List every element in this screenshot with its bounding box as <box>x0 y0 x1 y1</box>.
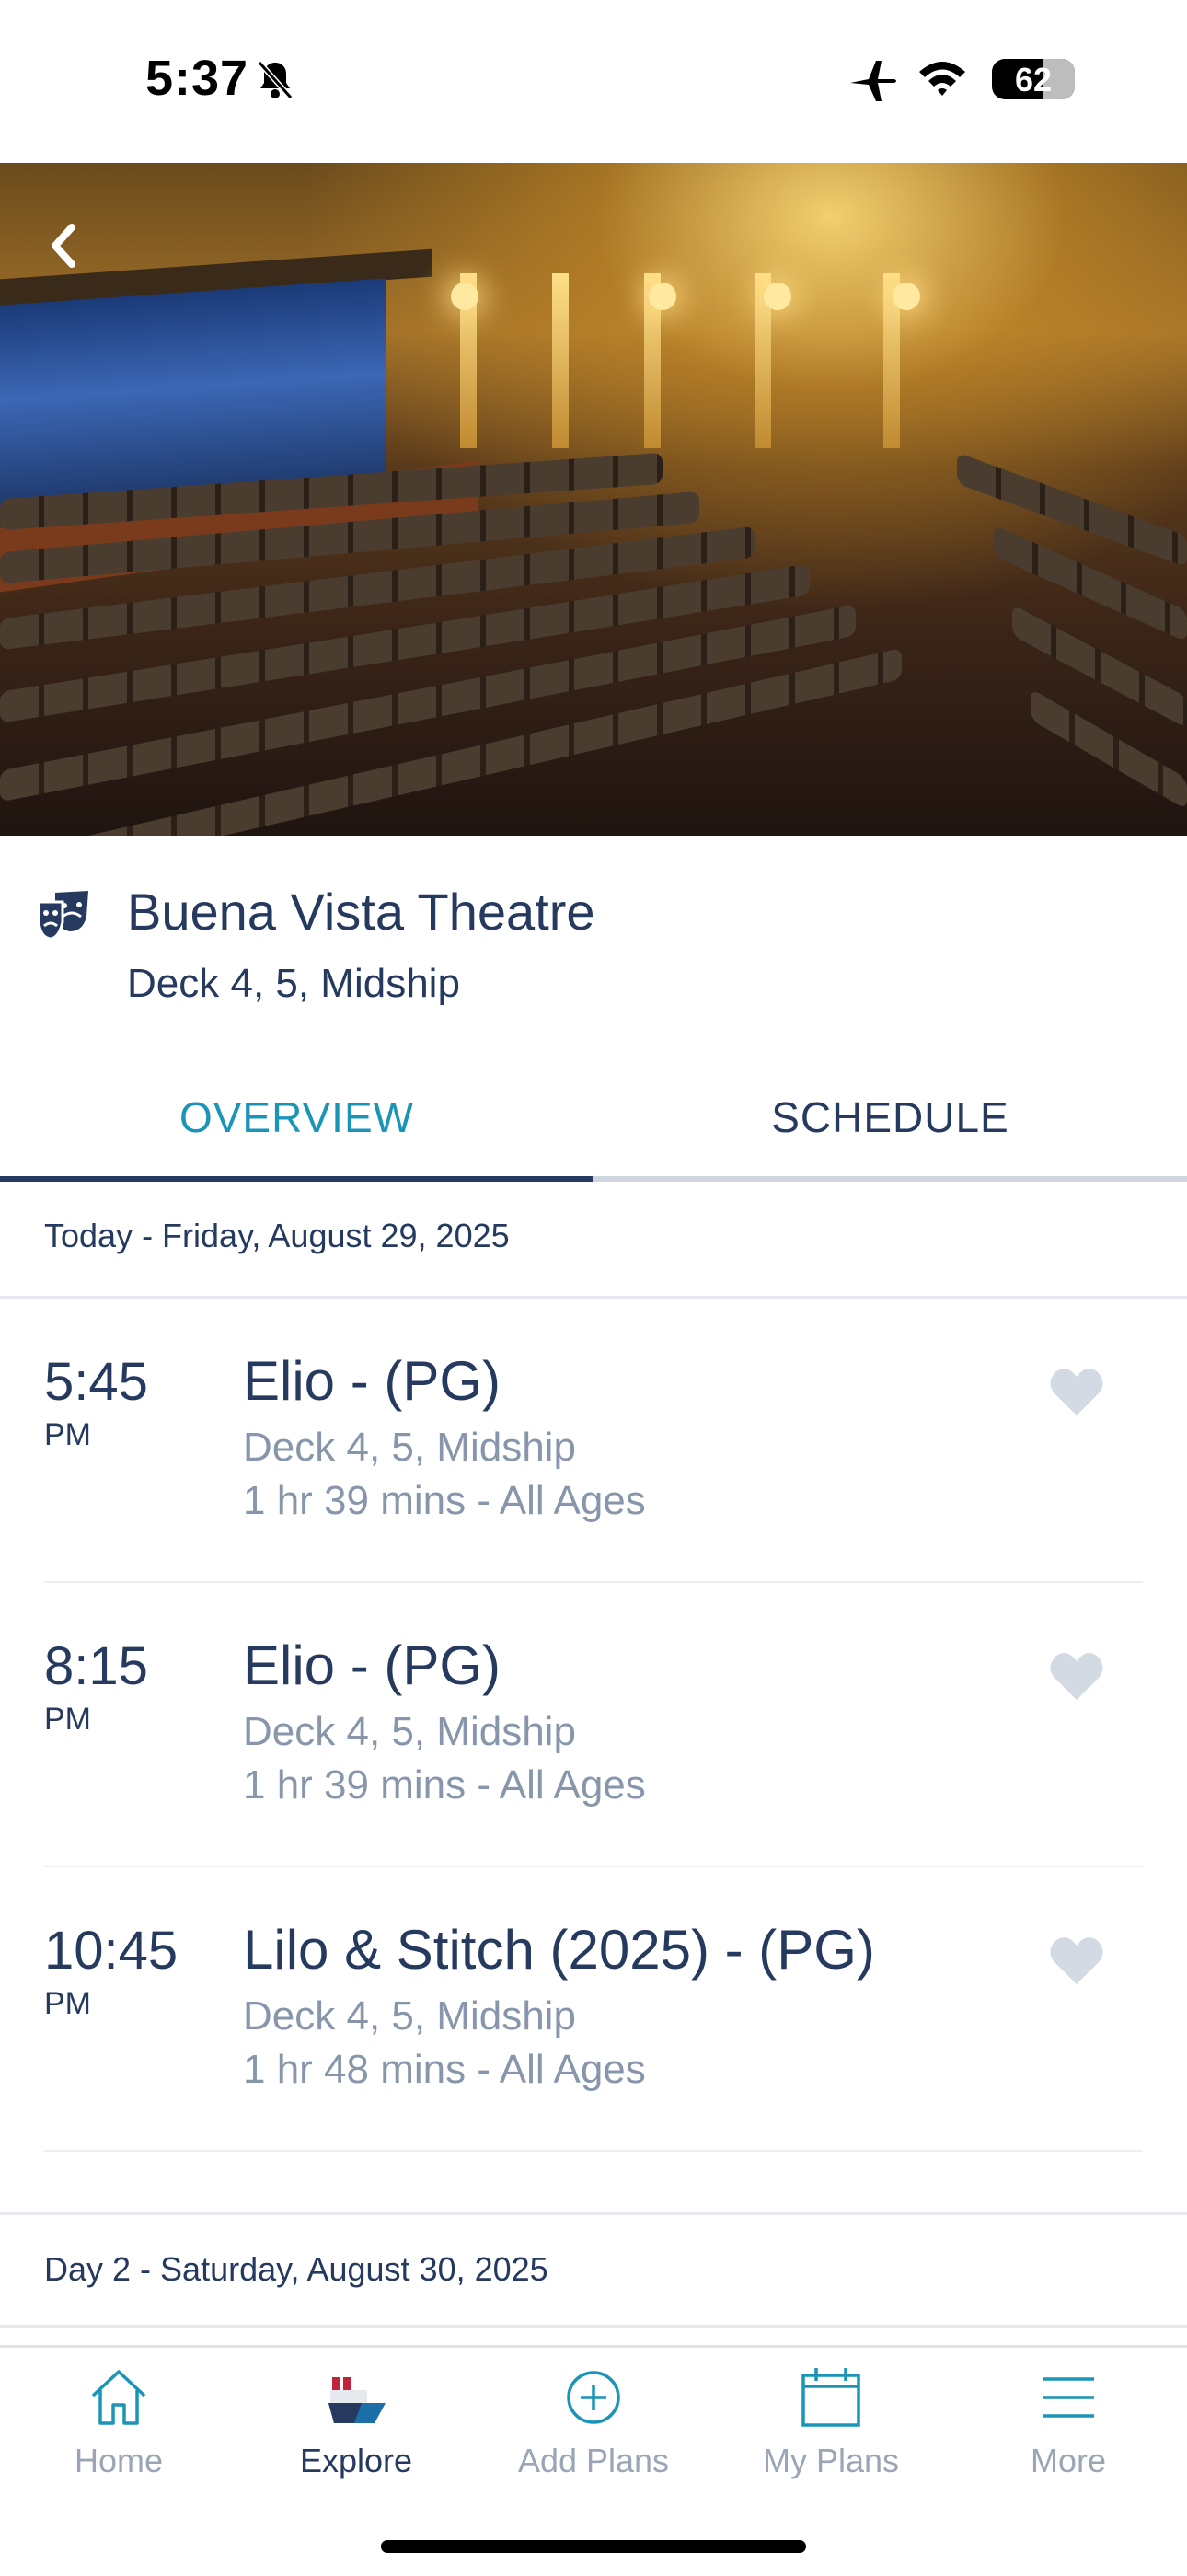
menu-icon <box>1043 2377 1094 2418</box>
nav-add-plans-label: Add Plans <box>517 2442 670 2479</box>
nav-my-plans[interactable]: My Plans <box>712 2348 950 2495</box>
show-title: Elio - (PG) <box>243 1635 501 1696</box>
wifi-icon <box>919 62 965 96</box>
venue-hero-image <box>0 163 1187 836</box>
bell-slash-icon <box>257 60 294 100</box>
show-ampm: PM <box>44 1702 91 1737</box>
theatre-seats <box>0 452 1187 836</box>
nav-explore-label: Explore <box>299 2442 413 2479</box>
row-divider <box>44 1581 1143 1583</box>
show-title: Elio - (PG) <box>243 1350 501 1412</box>
venue-header: Buena Vista Theatre Deck 4, 5, Midship <box>0 836 1187 1056</box>
calendar-icon <box>801 2368 860 2427</box>
show-details: 1 hr 39 mins - All Ages <box>243 1478 646 1523</box>
show-time: 8:15 <box>44 1636 148 1696</box>
show-time: 5:45 <box>44 1352 148 1412</box>
show-ampm: PM <box>44 1986 91 2021</box>
ship-icon <box>328 2377 386 2423</box>
nav-home-label: Home <box>74 2442 164 2479</box>
venue-location: Deck 4, 5, Midship <box>127 961 460 1006</box>
tab-overview[interactable]: OVERVIEW <box>0 1053 594 1182</box>
day-header-label: Today - Friday, August 29, 2025 <box>44 1217 510 1254</box>
nav-my-plans-label: My Plans <box>762 2442 900 2479</box>
divider <box>0 1296 1187 1299</box>
theatre-masks-icon <box>37 891 88 941</box>
tab-bar: OVERVIEW SCHEDULE <box>0 1053 1187 1182</box>
schedule-item[interactable]: 8:15 PM Elio - (PG) Deck 4, 5, Midship 1… <box>0 1584 1187 1867</box>
row-divider <box>44 2150 1143 2152</box>
show-time: 10:45 <box>44 1921 179 1981</box>
home-icon <box>91 2370 146 2425</box>
nav-home[interactable]: Home <box>0 2348 237 2495</box>
schedule-item[interactable]: 5:45 PM Elio - (PG) Deck 4, 5, Midship 1… <box>0 1300 1187 1583</box>
airplane-icon <box>850 61 896 101</box>
show-details: 1 hr 39 mins - All Ages <box>243 1762 646 1808</box>
show-ampm: PM <box>44 1417 91 1452</box>
back-arrow-icon[interactable] <box>37 211 92 284</box>
nav-more-label: More <box>1030 2442 1107 2479</box>
favorite-heart-icon[interactable] <box>1049 1935 1104 1986</box>
plus-circle-icon <box>567 2371 620 2424</box>
favorite-heart-icon[interactable] <box>1049 1650 1104 1702</box>
divider <box>0 2325 1187 2328</box>
venue-title: Buena Vista Theatre <box>127 883 595 941</box>
home-indicator[interactable] <box>381 2540 806 2553</box>
show-location: Deck 4, 5, Midship <box>243 1709 576 1754</box>
show-title: Lilo & Stitch (2025) - (PG) <box>243 1919 875 1981</box>
favorite-heart-icon[interactable] <box>1049 1366 1104 1417</box>
nav-explore[interactable]: Explore <box>237 2348 475 2495</box>
schedule-item[interactable]: 10:45 PM Lilo & Stitch (2025) - (PG) Dec… <box>0 1868 1187 2152</box>
nav-more[interactable]: More <box>950 2348 1187 2495</box>
show-location: Deck 4, 5, Midship <box>243 1425 576 1470</box>
tab-schedule[interactable]: SCHEDULE <box>594 1053 1187 1182</box>
day-header-label: Day 2 - Saturday, August 30, 2025 <box>44 2250 548 2288</box>
status-bar: 5:37 62 <box>0 0 1187 163</box>
day-header: Today - Friday, August 29, 2025 <box>0 1182 1187 1298</box>
day-header: Day 2 - Saturday, August 30, 2025 <box>0 2215 1187 2326</box>
battery-level: 62 <box>1014 61 1053 98</box>
battery-indicator: 62 <box>992 59 1075 99</box>
show-details: 1 hr 48 mins - All Ages <box>243 2047 646 2092</box>
status-time: 5:37 <box>145 51 249 106</box>
show-location: Deck 4, 5, Midship <box>243 1993 576 2039</box>
nav-add-plans[interactable]: Add Plans <box>475 2348 712 2495</box>
row-divider <box>44 1866 1143 1867</box>
